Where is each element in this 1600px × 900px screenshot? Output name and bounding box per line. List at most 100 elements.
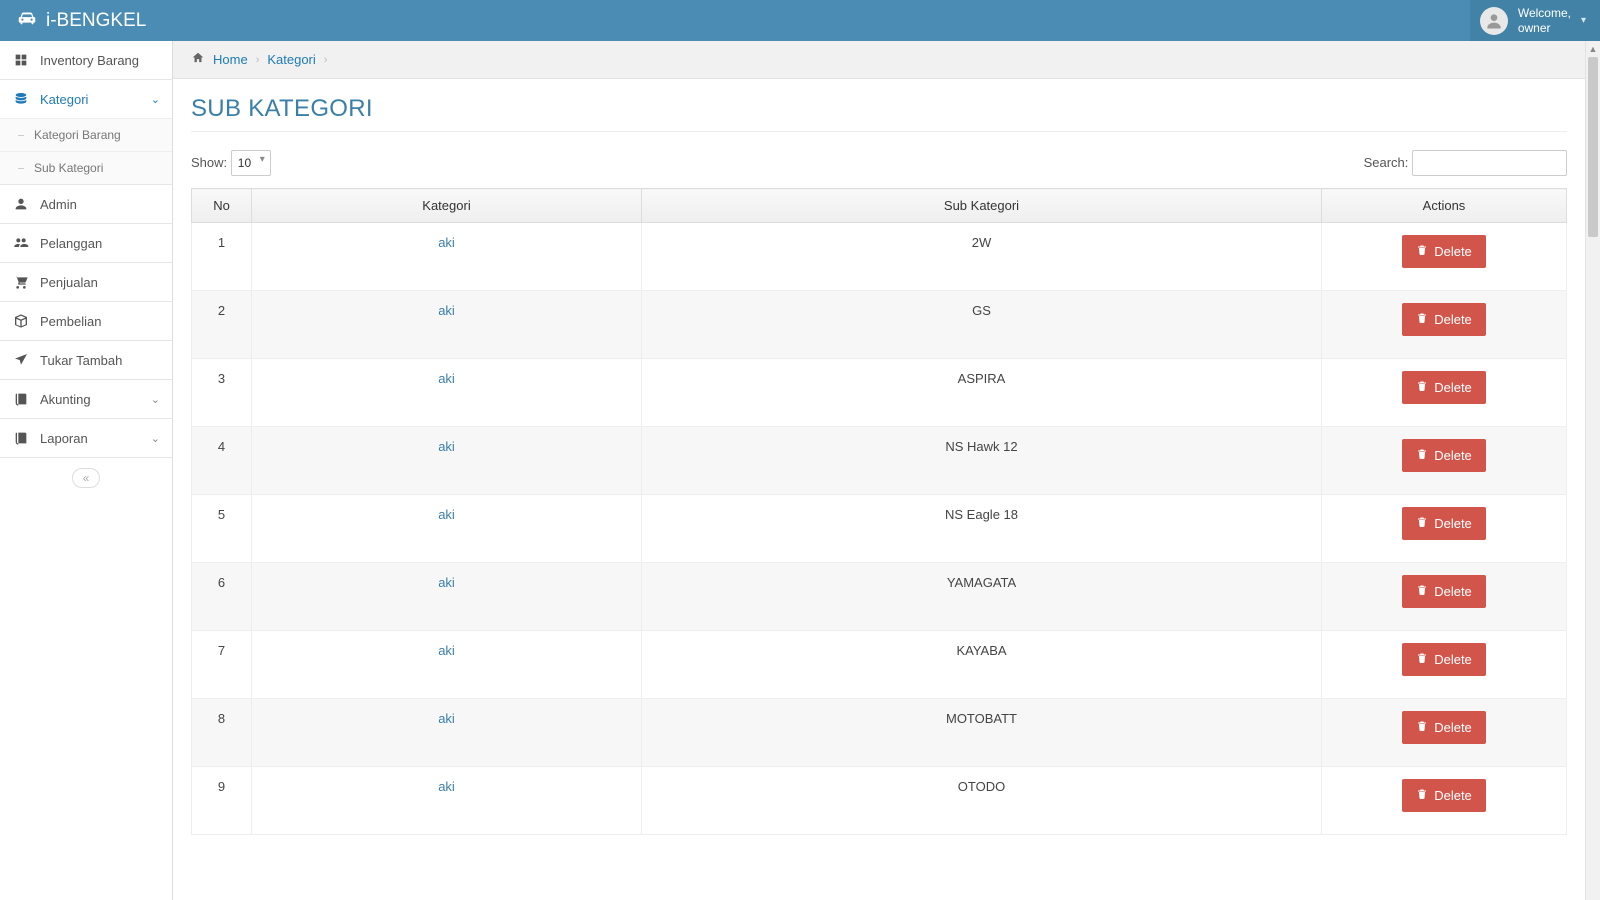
cell-actions: Delete <box>1322 495 1567 563</box>
book-icon <box>12 429 30 447</box>
users-icon <box>12 234 30 252</box>
cart-icon <box>12 273 30 291</box>
sidebar-item-akunting[interactable]: Akunting ⌄ <box>0 380 172 418</box>
user-icon <box>12 195 30 213</box>
cell-no: 2 <box>192 291 252 359</box>
col-actions: Actions <box>1322 189 1567 223</box>
delete-button[interactable]: Delete <box>1402 779 1486 812</box>
scrollbar[interactable]: ▲ <box>1585 41 1600 900</box>
cell-sub: NS Eagle 18 <box>642 495 1322 563</box>
cell-actions: Delete <box>1322 359 1567 427</box>
cell-kategori: aki <box>252 631 642 699</box>
sidebar: Inventory BarangKategori⌄Kategori Barang… <box>0 41 173 900</box>
sidebar-item-label: Inventory Barang <box>40 53 139 68</box>
box-icon <box>12 312 30 330</box>
trash-icon <box>1416 584 1428 599</box>
cell-no: 9 <box>192 767 252 835</box>
delete-button[interactable]: Delete <box>1402 711 1486 744</box>
scroll-up-icon[interactable]: ▲ <box>1586 41 1600 56</box>
user-menu[interactable]: Welcome, owner ▾ <box>1470 0 1600 41</box>
show-select[interactable]: 10 <box>231 150 271 176</box>
sidebar-item-label: Tukar Tambah <box>40 353 122 368</box>
trash-icon <box>1416 448 1428 463</box>
cell-no: 3 <box>192 359 252 427</box>
user-text: Welcome, owner <box>1518 6 1571 35</box>
delete-button[interactable]: Delete <box>1402 507 1486 540</box>
cell-sub: NS Hawk 12 <box>642 427 1322 495</box>
sidebar-item-pembelian[interactable]: Pembelian <box>0 302 172 340</box>
cell-kategori: aki <box>252 359 642 427</box>
table-row: 5akiNS Eagle 18Delete <box>192 495 1567 563</box>
search-input[interactable] <box>1412 150 1567 176</box>
sidebar-item-label: Akunting <box>40 392 91 407</box>
cell-sub: GS <box>642 291 1322 359</box>
user-name: owner <box>1518 21 1571 35</box>
cell-sub: 2W <box>642 223 1322 291</box>
col-kategori[interactable]: Kategori <box>252 189 642 223</box>
database-icon <box>12 90 30 108</box>
delete-label: Delete <box>1434 380 1472 395</box>
sidebar-item-laporan[interactable]: Laporan⌄ <box>0 419 172 457</box>
car-icon <box>16 7 38 35</box>
delete-button[interactable]: Delete <box>1402 643 1486 676</box>
table-row: 2akiGS Delete <box>192 291 1567 359</box>
delete-label: Delete <box>1434 652 1472 667</box>
sidebar-item-label: Pelanggan <box>40 236 102 251</box>
sidebar-collapse-button[interactable]: « <box>72 468 100 488</box>
sidebar-item-admin[interactable]: Admin <box>0 185 172 223</box>
cell-no: 7 <box>192 631 252 699</box>
breadcrumb-kategori[interactable]: Kategori <box>267 52 315 67</box>
breadcrumb-home[interactable]: Home <box>213 52 248 67</box>
col-no[interactable]: No <box>192 189 252 223</box>
delete-label: Delete <box>1434 312 1472 327</box>
sidebar-item-penjualan[interactable]: Penjualan <box>0 263 172 301</box>
cell-kategori: aki <box>252 495 642 563</box>
trash-icon <box>1416 788 1428 803</box>
chevron-right-icon: › <box>324 54 328 66</box>
chevron-down-icon: ⌄ <box>151 393 160 406</box>
table-row: 6akiYAMAGATADelete <box>192 563 1567 631</box>
cell-kategori: aki <box>252 223 642 291</box>
cell-actions: Delete <box>1322 699 1567 767</box>
trash-icon <box>1416 380 1428 395</box>
delete-button[interactable]: Delete <box>1402 439 1486 472</box>
welcome-label: Welcome, <box>1518 6 1571 20</box>
sidebar-item-kategori[interactable]: Kategori⌄ <box>0 80 172 118</box>
sidebar-item-tukar-tambah[interactable]: Tukar Tambah <box>0 341 172 379</box>
delete-button[interactable]: Delete <box>1402 303 1486 336</box>
table-row: 1aki2WDelete <box>192 223 1567 291</box>
delete-button[interactable]: Delete <box>1402 575 1486 608</box>
brand-text: i-BENGKEL <box>46 10 146 32</box>
sidebar-item-inventory-barang[interactable]: Inventory Barang <box>0 41 172 79</box>
plane-icon <box>12 351 30 369</box>
sidebar-subitem-kategori-barang[interactable]: Kategori Barang <box>0 119 172 151</box>
cell-no: 6 <box>192 563 252 631</box>
sidebar-item-label: Kategori <box>40 92 88 107</box>
cell-actions: Delete <box>1322 291 1567 359</box>
scroll-thumb[interactable] <box>1588 57 1598 237</box>
cell-kategori: aki <box>252 767 642 835</box>
avatar-icon <box>1480 7 1508 35</box>
delete-label: Delete <box>1434 584 1472 599</box>
delete-button[interactable]: Delete <box>1402 235 1486 268</box>
sidebar-subitem-sub-kategori[interactable]: Sub Kategori <box>0 152 172 184</box>
cell-kategori: aki <box>252 427 642 495</box>
trash-icon <box>1416 516 1428 531</box>
table-row: 7akiKAYABADelete <box>192 631 1567 699</box>
trash-icon <box>1416 720 1428 735</box>
delete-label: Delete <box>1434 788 1472 803</box>
chevron-right-icon: › <box>256 54 260 66</box>
sidebar-item-pelanggan[interactable]: Pelanggan <box>0 224 172 262</box>
book-icon <box>12 390 30 408</box>
table-row: 8akiMOTOBATTDelete <box>192 699 1567 767</box>
col-sub[interactable]: Sub Kategori <box>642 189 1322 223</box>
search-control: Search: <box>1364 150 1567 176</box>
trash-icon <box>1416 652 1428 667</box>
cell-actions: Delete <box>1322 223 1567 291</box>
search-label: Search: <box>1364 155 1409 170</box>
inventory-icon <box>12 51 30 69</box>
cell-sub: OTODO <box>642 767 1322 835</box>
brand[interactable]: i-BENGKEL <box>0 7 162 35</box>
cell-kategori: aki <box>252 291 642 359</box>
delete-button[interactable]: Delete <box>1402 371 1486 404</box>
